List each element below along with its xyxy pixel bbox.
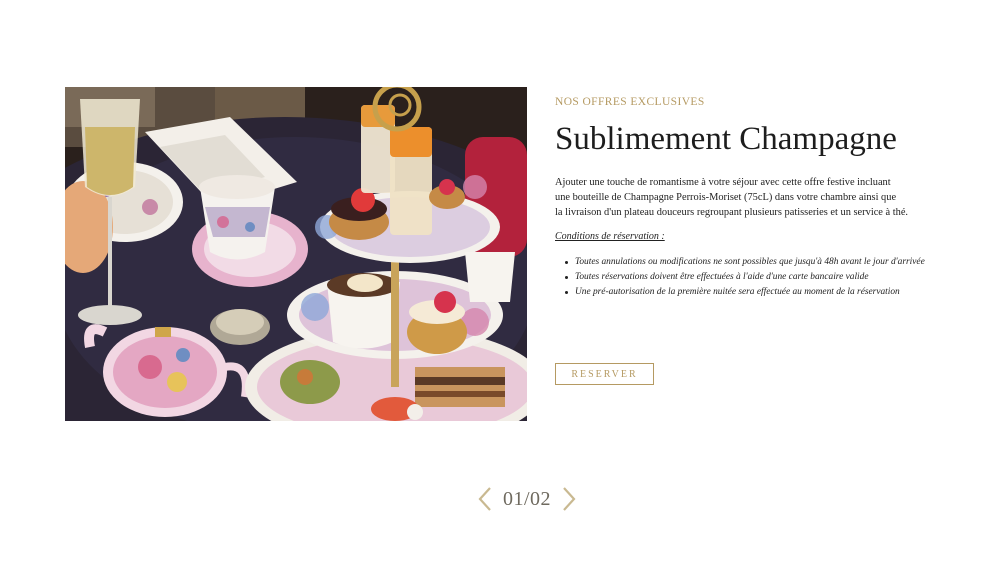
offer-description-line: Ajouter une touche de romantisme à votre… [555,177,891,188]
chevron-right-icon[interactable] [560,486,578,512]
condition-item: Toutes réservations doivent être effectu… [565,270,955,285]
conditions-list: Toutes annulations ou modifications ne s… [555,255,955,300]
offer-title: Sublimement Champagne [555,121,897,157]
offer-eyebrow: NOS OFFRES EXCLUSIVES [555,96,705,108]
conditions-title: Conditions de réservation : [555,231,665,242]
offer-description: Ajouter une touche de romantisme à votre… [555,175,909,220]
condition-item: Toutes annulations ou modifications ne s… [565,255,955,270]
offer-description-line: une bouteille de Champagne Perrois-Moris… [555,192,897,203]
chevron-left-icon[interactable] [476,486,494,512]
offer-pager: 01/02 [476,485,578,513]
pager-counter: 01/02 [502,487,552,510]
condition-item: Une pré-autorisation de la première nuit… [565,285,955,300]
offer-details: NOS OFFRES EXCLUSIVES Sublimement Champa… [555,96,955,300]
offer-photo-afternoon-tea [65,87,527,421]
offer-description-line: la livraison d'un plateau douceurs regro… [555,207,909,218]
reserve-button[interactable]: RESERVER [555,363,654,385]
